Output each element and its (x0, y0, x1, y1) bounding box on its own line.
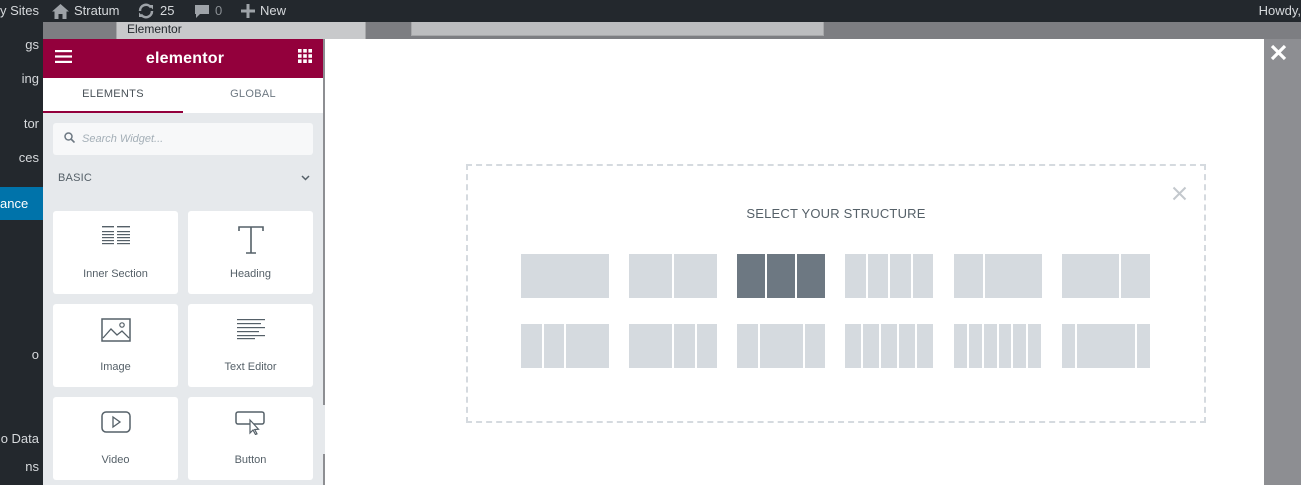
tab-elements[interactable]: ELEMENTS (43, 78, 183, 113)
structure-preset[interactable] (737, 324, 825, 368)
background-page: Elementor (43, 22, 1301, 39)
panel-tabs: ELEMENTS GLOBAL (43, 78, 323, 113)
updates-icon (137, 3, 155, 19)
widget-text-editor[interactable]: Text Editor (188, 304, 313, 387)
admin-menu-item[interactable]: gs (25, 37, 39, 52)
category-basic-header[interactable]: BASIC (58, 172, 310, 184)
structure-preset[interactable] (629, 324, 717, 368)
widget-video[interactable]: Video (53, 397, 178, 480)
structure-preset-selected[interactable] (737, 254, 825, 298)
comment-icon (194, 4, 210, 19)
new-content-menu[interactable]: New (241, 0, 286, 22)
close-editor-icon[interactable] (1270, 44, 1287, 66)
inner-section-icon (53, 225, 178, 255)
wp-admin-menu: gs ing tor ces ance o o Data ns (0, 22, 43, 485)
admin-menu-item-active[interactable]: ance (0, 187, 43, 220)
plus-icon (241, 4, 255, 18)
heading-icon (188, 225, 313, 255)
wp-admin-bar: y Sites Stratum 25 0 New Howdy, (0, 0, 1301, 22)
my-sites-label: y Sites (0, 3, 40, 18)
comments-count: 0 (215, 3, 223, 18)
home-icon (52, 3, 69, 19)
updates-count: 25 (160, 3, 175, 18)
admin-menu-active-label: ance (0, 196, 29, 211)
panel-header: elementor (43, 39, 323, 78)
button-icon (188, 411, 313, 441)
widget-inner-section[interactable]: Inner Section (53, 211, 178, 294)
widget-heading[interactable]: Heading (188, 211, 313, 294)
admin-menu-item[interactable]: o Data (1, 431, 39, 446)
text-editor-icon (188, 318, 313, 348)
new-label: New (260, 3, 287, 18)
my-account-menu[interactable]: Howdy, (1259, 0, 1301, 22)
structure-preset[interactable] (1062, 324, 1150, 368)
widget-search (53, 123, 313, 155)
preview-canvas: SELECT YOUR STRUCTURE (325, 39, 1264, 485)
video-icon (53, 411, 178, 441)
admin-menu-item[interactable]: ing (22, 71, 39, 86)
elementor-logo: elementor (145, 49, 225, 67)
structure-preset[interactable] (629, 254, 717, 298)
image-icon (53, 318, 178, 348)
admin-menu-item[interactable]: ces (19, 150, 39, 165)
structure-preset[interactable] (845, 324, 933, 368)
structure-selector: SELECT YOUR STRUCTURE (466, 164, 1206, 423)
site-name-label: Stratum (74, 3, 120, 18)
structure-preset[interactable] (954, 324, 1042, 368)
structure-preset[interactable] (1062, 254, 1150, 298)
category-title: BASIC (58, 172, 93, 184)
widget-label: Heading (230, 268, 271, 280)
structure-preset[interactable] (521, 324, 609, 368)
updates-menu[interactable]: 25 (137, 0, 174, 22)
comments-menu[interactable]: 0 (194, 0, 222, 22)
my-sites-menu[interactable]: y Sites (0, 0, 39, 22)
chevron-down-icon (301, 172, 310, 184)
admin-menu-item[interactable]: tor (24, 116, 39, 131)
background-breadcrumb: Elementor (116, 22, 366, 39)
search-icon (64, 130, 76, 148)
background-box (411, 22, 824, 36)
widget-image[interactable]: Image (53, 304, 178, 387)
structure-title: SELECT YOUR STRUCTURE (746, 206, 926, 221)
structure-preset[interactable] (845, 254, 933, 298)
admin-menu-item[interactable]: ns (25, 459, 39, 474)
admin-menu-item[interactable]: o (32, 347, 39, 362)
search-input[interactable] (82, 133, 282, 145)
site-name-menu[interactable]: Stratum (52, 0, 120, 22)
hamburger-menu-icon[interactable] (55, 49, 72, 68)
structure-preset[interactable] (954, 254, 1042, 298)
elementor-panel: elementor ELEMENTS GLOBAL BASIC (43, 39, 323, 485)
structure-preset[interactable] (521, 254, 609, 298)
close-icon[interactable] (1172, 186, 1187, 206)
widget-label: Image (100, 361, 131, 373)
widget-label: Inner Section (83, 268, 148, 280)
widget-label: Button (234, 454, 267, 466)
howdy-label: Howdy, (1258, 3, 1301, 18)
widget-label: Text Editor (224, 361, 277, 373)
widget-label: Video (101, 454, 130, 466)
tab-global[interactable]: GLOBAL (183, 78, 323, 113)
widgets-grid-icon[interactable] (298, 49, 312, 68)
widget-button[interactable]: Button (188, 397, 313, 480)
